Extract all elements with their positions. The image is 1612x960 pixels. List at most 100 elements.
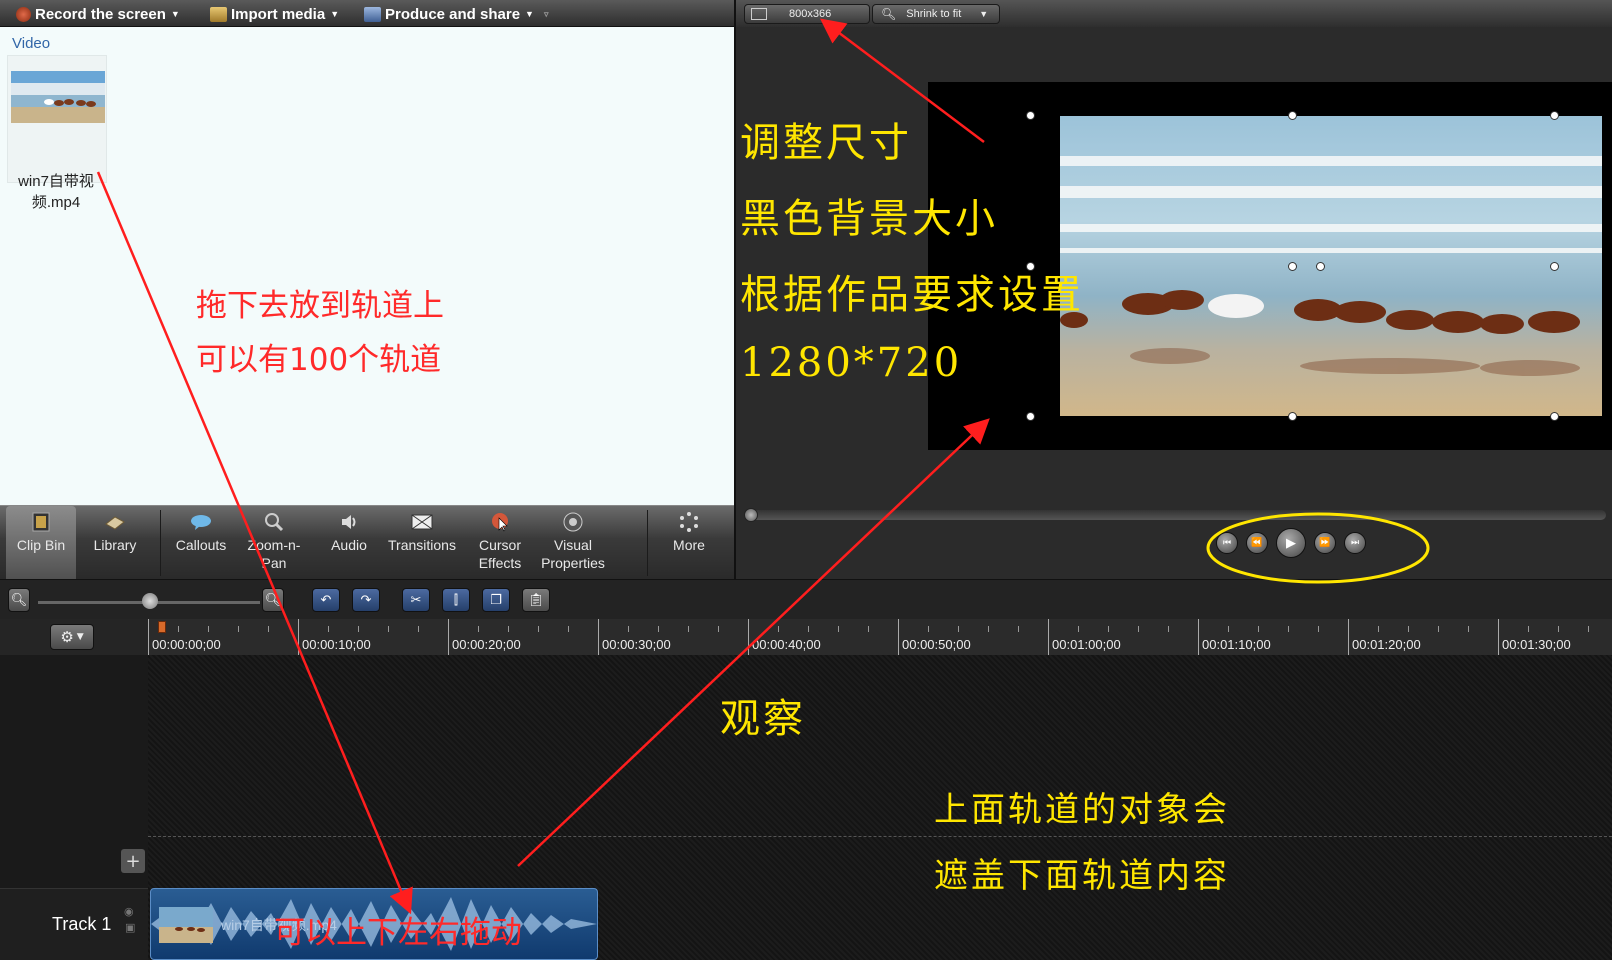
tab-zoom-n-pan[interactable]: Zoom-n-Pan xyxy=(240,506,308,580)
ruler-major-tick xyxy=(598,619,599,655)
fast-forward-button[interactable]: ⏩ xyxy=(1314,532,1336,554)
ruler-major-tick xyxy=(1198,619,1199,655)
resize-handle[interactable] xyxy=(1550,262,1559,271)
ruler-minor-tick xyxy=(778,626,779,632)
ruler-tick-label: 00:01:20;00 xyxy=(1352,637,1421,652)
skip-back-button[interactable]: ⏮ xyxy=(1216,532,1238,554)
annotation-cover-1: 上面轨道的对象会 xyxy=(934,790,1230,830)
cut-button[interactable]: ✂ xyxy=(402,588,430,612)
ruler-minor-tick xyxy=(1438,626,1439,632)
skip-forward-button[interactable]: ⏭ xyxy=(1344,532,1366,554)
ruler-minor-tick xyxy=(1528,626,1529,632)
magnifier-icon: 🔍︎ xyxy=(881,7,897,21)
tab-cursor-effects[interactable]: Cursor Effects xyxy=(466,506,534,580)
resize-handle[interactable] xyxy=(1026,412,1035,421)
magnifier-icon: 🔍︎ xyxy=(10,592,28,608)
undo-button[interactable]: ↶ xyxy=(312,588,340,612)
plus-icon: + xyxy=(125,850,141,872)
ruler-minor-tick xyxy=(1108,626,1109,632)
ruler-minor-tick xyxy=(808,626,809,632)
resize-handle[interactable] xyxy=(1550,412,1559,421)
resize-handle[interactable] xyxy=(1288,412,1297,421)
tab-audio[interactable]: Audio xyxy=(316,506,382,580)
timeline-toolbar: 🔍︎ 🔍︎ ↶ ↷ ✂ ⫿ ❐ 📋︎ xyxy=(0,579,1612,619)
canvas-size-dropdown[interactable]: 800x366 xyxy=(744,4,870,24)
paste-button[interactable]: 📋︎ xyxy=(522,588,550,612)
ruler-major-tick xyxy=(148,619,149,655)
ruler-minor-tick xyxy=(178,626,179,632)
tool-tabs-bar: Clip Bin Library Callouts Zoom-n-Pan Aud… xyxy=(0,505,734,580)
seek-knob[interactable] xyxy=(744,508,758,522)
annotation-bg-1: 黑色背景大小 xyxy=(740,196,998,242)
visual-icon xyxy=(563,512,583,532)
tab-divider xyxy=(647,510,648,576)
ruler-minor-tick xyxy=(838,626,839,632)
clip-thumbnail xyxy=(159,907,213,943)
ruler-major-tick xyxy=(1048,619,1049,655)
more-icon xyxy=(680,512,698,532)
import-media-menu[interactable]: Import media ▼ xyxy=(210,4,339,24)
resize-handle[interactable] xyxy=(1288,111,1297,120)
fast-forward-icon: ⏩ xyxy=(1319,538,1331,548)
ruler-tick-label: 00:00:20;00 xyxy=(452,637,521,652)
video-frame[interactable] xyxy=(1060,116,1602,416)
scissors-icon: ✂ xyxy=(410,592,422,608)
ruler-minor-tick xyxy=(1138,626,1139,632)
ruler-major-tick xyxy=(748,619,749,655)
media-item[interactable] xyxy=(7,55,107,183)
chevron-down-icon: ▼ xyxy=(525,9,534,19)
overflow-icon[interactable]: ▿ xyxy=(544,9,549,20)
tab-visual-properties[interactable]: Visual Properties xyxy=(536,506,610,580)
zoom-out-button[interactable]: 🔍︎ xyxy=(8,588,30,612)
rewind-button[interactable]: ⏪ xyxy=(1246,532,1268,554)
rotate-handle[interactable] xyxy=(1316,262,1325,271)
ruler-minor-tick xyxy=(568,626,569,632)
ruler-major-tick xyxy=(1498,619,1499,655)
annotation-resize: 调整尺寸 xyxy=(740,120,912,166)
rewind-icon: ⏪ xyxy=(1251,538,1263,548)
annotation-resolution: 1280*720 xyxy=(740,340,963,386)
transition-icon xyxy=(411,514,433,530)
play-button[interactable]: ▶ xyxy=(1276,528,1306,558)
chevron-down-icon: ▼ xyxy=(979,9,989,19)
zoom-in-button[interactable]: 🔍︎ xyxy=(262,588,284,612)
tab-more[interactable]: More xyxy=(656,506,722,580)
skip-forward-icon: ⏭ xyxy=(1350,538,1360,548)
produce-share-menu[interactable]: Produce and share ▼ ▿ xyxy=(364,4,549,24)
ruler-tick-label: 00:01:00;00 xyxy=(1052,637,1121,652)
resize-handle[interactable] xyxy=(1026,111,1035,120)
ruler-minor-tick xyxy=(388,626,389,632)
split-button[interactable]: ⫿ xyxy=(442,588,470,612)
skip-back-icon: ⏮ xyxy=(1222,538,1232,548)
zoom-fit-dropdown[interactable]: 🔍︎ Shrink to fit ▼ xyxy=(872,4,1000,24)
zoom-fit-value: Shrink to fit xyxy=(906,8,962,20)
tab-callouts[interactable]: Callouts xyxy=(166,506,236,580)
resize-handle[interactable] xyxy=(1550,111,1559,120)
timeline-ruler[interactable]: 00:00:00;00 00:00:10;00 00:00:20;00 00:00:3… xyxy=(148,619,1612,655)
timeline-settings-button[interactable]: ⚙ ▼ xyxy=(50,624,94,650)
ruler-minor-tick xyxy=(1588,626,1589,632)
redo-icon: ↷ xyxy=(360,592,372,608)
ruler-minor-tick xyxy=(928,626,929,632)
add-track-button[interactable]: + xyxy=(121,849,145,873)
ruler-minor-tick xyxy=(1318,626,1319,632)
ruler-minor-tick xyxy=(958,626,959,632)
tab-cursor-effects-label: Cursor Effects xyxy=(478,537,522,571)
copy-button[interactable]: ❐ xyxy=(482,588,510,612)
tab-library[interactable]: Library xyxy=(80,506,150,580)
tab-clip-bin[interactable]: Clip Bin xyxy=(6,506,76,580)
rotate-handle[interactable] xyxy=(1288,262,1297,271)
undo-icon: ↶ xyxy=(320,592,332,608)
zoom-slider-knob[interactable] xyxy=(142,593,158,609)
redo-button[interactable]: ↷ xyxy=(352,588,380,612)
ruler-minor-tick xyxy=(1258,626,1259,632)
record-screen-menu[interactable]: Record the screen ▼ xyxy=(16,4,180,24)
split-icon: ⫿ xyxy=(453,592,459,608)
lock-icon[interactable]: ▣ xyxy=(125,921,135,934)
tab-transitions[interactable]: Transitions xyxy=(382,506,462,580)
paste-icon: 📋︎ xyxy=(527,592,545,608)
eye-icon[interactable]: ◉ xyxy=(124,905,134,918)
ruler-minor-tick xyxy=(718,626,719,632)
playhead[interactable] xyxy=(158,621,166,633)
preview-seek-bar[interactable] xyxy=(744,510,1606,520)
